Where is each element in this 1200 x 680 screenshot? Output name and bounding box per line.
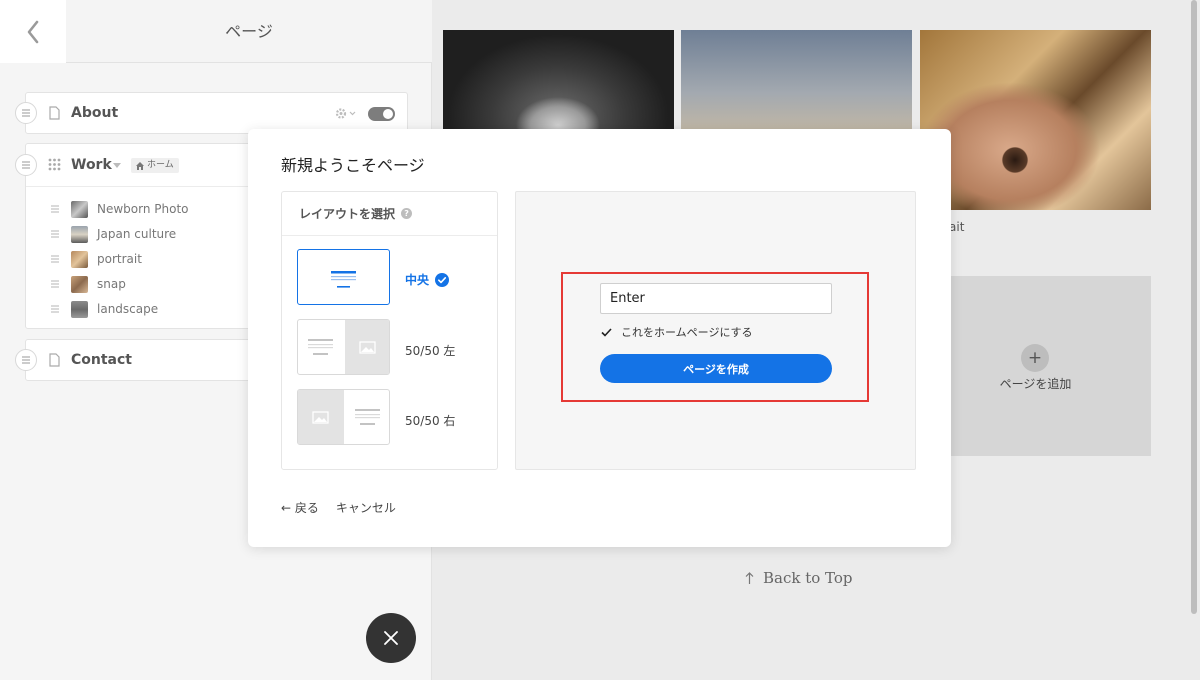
layout-option-50-50-left[interactable] bbox=[297, 319, 390, 375]
create-page-button[interactable]: ページを作成 bbox=[600, 354, 832, 383]
layout-header: レイアウトを選択 ? bbox=[282, 192, 497, 236]
list-item-label: landscape bbox=[97, 302, 159, 316]
hamburger-icon bbox=[51, 230, 59, 238]
plus-icon: + bbox=[1021, 344, 1049, 372]
drag-handle[interactable] bbox=[15, 154, 37, 176]
layout-option-label: 中央 bbox=[405, 273, 430, 287]
hamburger-icon bbox=[22, 109, 30, 117]
thumbnail bbox=[71, 225, 88, 243]
layout-preview: これをホームページにする ページを作成 bbox=[515, 191, 916, 470]
list-item[interactable]: landscape bbox=[50, 299, 158, 319]
photo-portrait[interactable] bbox=[920, 30, 1151, 210]
set-home-checkbox[interactable]: これをホームページにする bbox=[601, 324, 753, 340]
drag-handle[interactable] bbox=[15, 349, 37, 371]
chevron-down-icon[interactable] bbox=[113, 163, 121, 168]
thumbnail bbox=[71, 275, 88, 293]
layout-center-icon bbox=[331, 271, 356, 288]
cancel-link[interactable]: キャンセル bbox=[336, 499, 396, 516]
thumbnail bbox=[71, 250, 88, 268]
highlight-box: これをホームページにする ページを作成 bbox=[561, 272, 869, 402]
layout-left-icon bbox=[308, 320, 389, 374]
list-item-label: portrait bbox=[97, 252, 142, 266]
list-item-label: Newborn Photo bbox=[97, 202, 189, 216]
checkmark-circle-icon bbox=[435, 272, 450, 287]
checkmark-icon bbox=[601, 327, 612, 337]
drag-handle[interactable] bbox=[15, 102, 37, 124]
gear-icon[interactable] bbox=[335, 107, 357, 120]
layout-header-label: レイアウトを選択 bbox=[299, 207, 396, 221]
hamburger-icon bbox=[51, 205, 59, 213]
pages-panel-header: ページ bbox=[0, 0, 432, 63]
back-to-top-link[interactable]: Back to Top bbox=[745, 569, 853, 587]
close-icon bbox=[384, 631, 398, 645]
checkbox[interactable] bbox=[601, 327, 612, 338]
panel-title: ページ bbox=[225, 22, 273, 41]
chevron-left-icon bbox=[27, 20, 39, 43]
home-badge-label: ホーム bbox=[147, 160, 174, 170]
back-button[interactable] bbox=[0, 0, 66, 63]
modal-title: 新規ようこそページ bbox=[281, 156, 425, 175]
list-item-label: Japan culture bbox=[97, 227, 177, 241]
home-icon bbox=[136, 161, 144, 170]
add-page-label: ページを追加 bbox=[999, 377, 1072, 391]
list-item[interactable]: portrait bbox=[50, 249, 142, 269]
new-welcome-page-modal: 新規ようこそページ レイアウトを選択 ? 中央 50/50 左 50/50 右 … bbox=[248, 129, 951, 547]
hamburger-icon bbox=[22, 356, 30, 364]
hamburger-icon bbox=[22, 161, 30, 169]
layout-option-center[interactable] bbox=[297, 249, 390, 305]
thumbnail bbox=[71, 200, 88, 218]
document-icon bbox=[49, 106, 60, 120]
hamburger-icon bbox=[51, 305, 59, 313]
hamburger-icon bbox=[51, 255, 59, 263]
thumbnail bbox=[71, 300, 88, 318]
modal-footer: ← 戻る キャンセル bbox=[281, 499, 396, 516]
arrow-up-icon bbox=[745, 571, 754, 584]
list-item-label: snap bbox=[97, 277, 126, 291]
layout-option-50-50-left-label[interactable]: 50/50 左 bbox=[405, 342, 455, 359]
page-title-about: About bbox=[71, 105, 119, 121]
set-home-label: これをホームページにする bbox=[621, 326, 753, 339]
layout-right-icon bbox=[298, 390, 380, 444]
back-link[interactable]: ← 戻る bbox=[281, 499, 319, 516]
layout-option-center-label[interactable]: 中央 bbox=[405, 271, 450, 288]
layout-selector: レイアウトを選択 ? 中央 50/50 左 50/50 右 bbox=[281, 191, 498, 470]
list-item[interactable]: Japan culture bbox=[50, 224, 176, 244]
page-title-contact: Contact bbox=[71, 352, 132, 368]
photo-caption: ait bbox=[949, 220, 965, 234]
scrollbar[interactable] bbox=[1191, 0, 1197, 614]
page-card-about[interactable]: About bbox=[15, 92, 408, 134]
document-icon bbox=[49, 353, 60, 367]
page-name-input[interactable] bbox=[600, 283, 832, 314]
add-page-tile[interactable]: + ページを追加 bbox=[920, 276, 1151, 456]
layout-option-50-50-right[interactable] bbox=[297, 389, 390, 445]
layout-option-50-50-right-label[interactable]: 50/50 右 bbox=[405, 412, 455, 429]
help-icon[interactable]: ? bbox=[401, 208, 413, 219]
close-fab-button[interactable] bbox=[366, 613, 416, 663]
list-item[interactable]: Newborn Photo bbox=[50, 199, 189, 219]
grid-icon bbox=[48, 158, 61, 171]
home-badge: ホーム bbox=[131, 158, 179, 173]
hamburger-icon bbox=[51, 280, 59, 288]
visibility-toggle[interactable] bbox=[368, 107, 395, 121]
back-to-top-label: Back to Top bbox=[763, 569, 853, 587]
list-item[interactable]: snap bbox=[50, 274, 126, 294]
page-title-work: Work bbox=[71, 157, 112, 173]
